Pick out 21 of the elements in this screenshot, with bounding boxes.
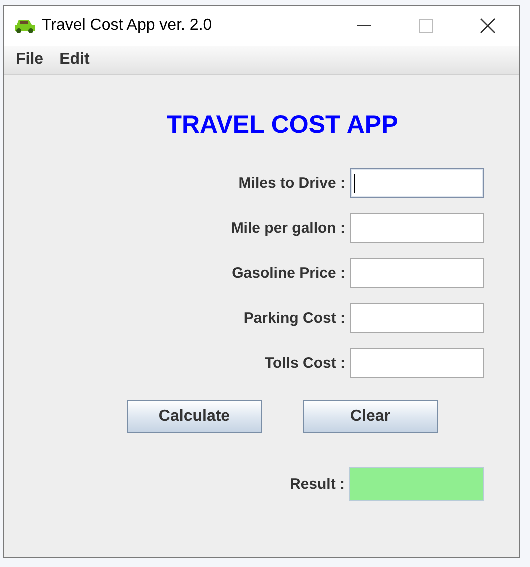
- car-icon: [14, 18, 36, 34]
- input-field[interactable]: [350, 258, 484, 288]
- field-label: Tolls Cost :: [264, 354, 346, 372]
- minimize-icon: [357, 25, 371, 27]
- input-field[interactable]: [350, 303, 484, 333]
- field-label: Parking Cost :: [242, 310, 346, 326]
- close-icon: [480, 18, 496, 34]
- app-heading: TRAVEL COST APP: [166, 111, 398, 140]
- menu-item[interactable]: Edit: [52, 51, 98, 69]
- input-field[interactable]: [350, 213, 484, 243]
- result-label: Result :: [288, 476, 345, 492]
- input-field[interactable]: [350, 348, 484, 378]
- window-title: Travel Cost App ver. 2.0: [42, 17, 214, 35]
- clear-button[interactable]: Clear: [303, 400, 438, 433]
- field-label: Miles to Drive :: [238, 174, 346, 192]
- input-field[interactable]: [350, 168, 484, 198]
- menu-item[interactable]: File: [8, 51, 52, 69]
- field-label: Gasoline Price :: [231, 264, 346, 282]
- maximize-icon: [419, 19, 433, 33]
- calculate-button[interactable]: Calculate: [127, 400, 262, 433]
- field-label: Mile per gallon :: [230, 220, 346, 236]
